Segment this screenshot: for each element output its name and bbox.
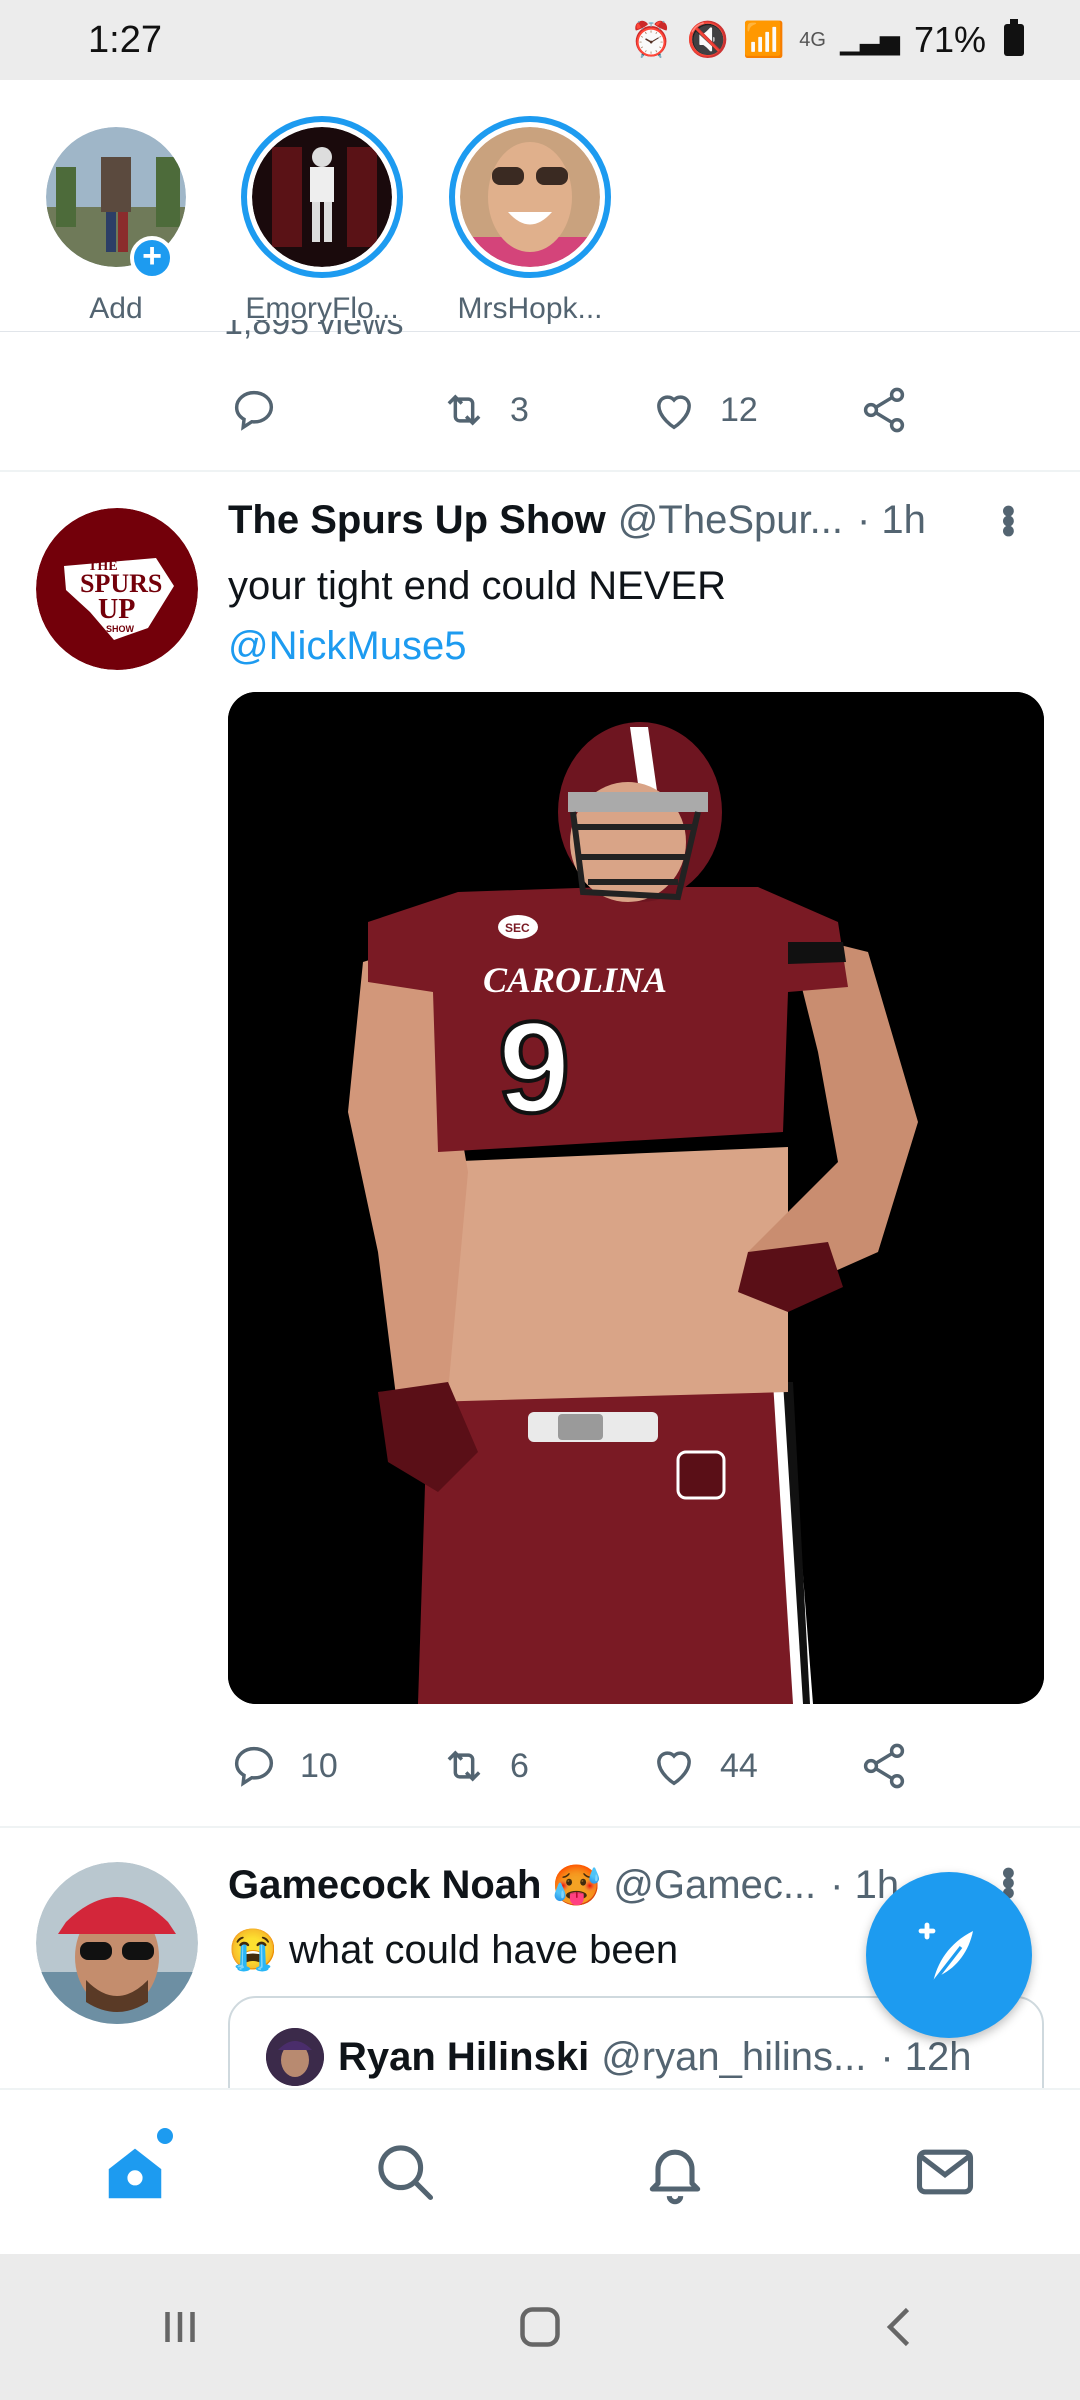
- feather-plus-icon: [918, 1922, 973, 1984]
- hot-face-emoji: 🥵: [551, 1864, 602, 1908]
- sec-patch-text: SEC: [505, 921, 530, 935]
- retweet-button[interactable]: 3: [438, 384, 648, 436]
- retweet-count: 6: [510, 1746, 529, 1785]
- tab-home[interactable]: [75, 2112, 195, 2232]
- fleets-bar: + Add EmoryFlo... MrsHopk...: [0, 80, 1080, 332]
- like-button[interactable]: 44: [648, 1740, 858, 1792]
- messages-icon: [916, 2149, 974, 2195]
- tweet-mention-link[interactable]: @NickMuse5: [228, 616, 1020, 676]
- status-icons: ⏰ 🔇 📶 4G ▁▃▅ 71%: [630, 19, 1024, 61]
- tweet-text: 😭 what could have been: [228, 1920, 880, 1980]
- home-button-icon[interactable]: [510, 2297, 570, 2357]
- author-handle[interactable]: @Gamec...: [613, 1863, 816, 1908]
- tweet-divider: [0, 470, 1080, 472]
- share-button[interactable]: [858, 1740, 1068, 1792]
- tweet-header: Gamecock Noah 🥵 @Gamec... · 1h: [228, 1862, 899, 1909]
- system-navigation-bar: [0, 2254, 1080, 2400]
- reply-count: 10: [300, 1746, 338, 1785]
- view-count: 1,895 views: [224, 320, 404, 342]
- tweet-media-image[interactable]: CAROLINA 9 SEC: [228, 692, 1044, 1704]
- author-name[interactable]: The Spurs Up Show: [228, 498, 606, 543]
- fleet-label: Add: [89, 292, 143, 325]
- alarm-icon: ⏰: [630, 21, 673, 59]
- new-tweets-indicator: [157, 2128, 173, 2144]
- tweet-body: your tight end could NEVER: [228, 564, 727, 608]
- fleet-avatar-ring: [449, 116, 611, 278]
- fleet-avatar-ring: [241, 116, 403, 278]
- quoted-author-handle[interactable]: @ryan_hilins...: [601, 2035, 866, 2080]
- home-icon: [108, 2148, 162, 2199]
- retweet-button[interactable]: 6: [438, 1740, 648, 1792]
- tweet-time[interactable]: · 1h: [857, 498, 926, 543]
- tab-search[interactable]: [345, 2112, 465, 2232]
- mute-icon: 🔇: [686, 21, 729, 59]
- like-button[interactable]: 12: [648, 384, 858, 436]
- add-fleet-plus-icon[interactable]: +: [130, 236, 174, 280]
- notifications-icon: [649, 2149, 701, 2205]
- share-icon: [863, 1743, 905, 1789]
- share-button[interactable]: [858, 384, 1068, 436]
- quoted-tweet-time[interactable]: · 12h: [880, 2035, 971, 2080]
- battery-percent: 71%: [913, 19, 986, 60]
- retweet-count: 3: [510, 390, 529, 429]
- jersey-number-text: 9: [498, 994, 570, 1140]
- fleet-emoryflo-avatar: [252, 127, 392, 267]
- football-player-photo: CAROLINA 9 SEC: [228, 692, 1044, 1704]
- quoted-author-avatar: [266, 2028, 324, 2086]
- author-handle[interactable]: @TheSpur...: [618, 498, 843, 543]
- quoted-author-name[interactable]: Ryan Hilinski: [338, 2035, 589, 2080]
- battery-icon: [1004, 19, 1024, 56]
- heart-icon: [657, 1751, 691, 1786]
- more-options-icon[interactable]: •••: [985, 504, 1030, 534]
- tweet-divider: [0, 1826, 1080, 1828]
- fleet-emoryflo[interactable]: EmoryFlo...: [232, 116, 412, 326]
- fleet-mrshopk[interactable]: MrsHopk...: [440, 116, 620, 326]
- retweet-icon: [447, 394, 481, 426]
- avatar-text-up: UP: [98, 594, 135, 625]
- back-icon[interactable]: [870, 2297, 930, 2357]
- search-icon: [378, 2145, 434, 2201]
- network-type: 4G: [799, 28, 826, 51]
- share-icon: [863, 387, 905, 433]
- previous-tweet-actions: 3 12: [228, 384, 1068, 436]
- reply-button[interactable]: [228, 384, 438, 436]
- tweet-header: The Spurs Up Show @TheSpur... · 1h: [228, 498, 970, 543]
- fleet-mrshopk-avatar: [460, 127, 600, 267]
- tweet-avatar[interactable]: [36, 1862, 198, 2024]
- compose-tweet-button[interactable]: [866, 1872, 1032, 2038]
- author-name[interactable]: Gamecock Noah: [228, 1863, 541, 1908]
- heart-icon: [657, 395, 691, 430]
- crying-emoji: 😭: [228, 1928, 278, 1972]
- like-count: 12: [720, 390, 758, 429]
- tweet-avatar[interactable]: THE SPURS UP SHOW: [36, 508, 198, 670]
- tweet-body: what could have been: [288, 1928, 679, 1972]
- reply-icon: [234, 390, 274, 431]
- wifi-icon: 📶: [742, 21, 786, 59]
- status-time: 1:27: [88, 18, 162, 61]
- like-count: 44: [720, 1746, 758, 1785]
- fleet-add[interactable]: + Add: [26, 116, 206, 326]
- bottom-navigation: [0, 2088, 1080, 2254]
- reply-icon: [234, 1746, 274, 1787]
- avatar-text-show: SHOW: [106, 624, 135, 634]
- status-bar: 1:27 ⏰ 🔇 📶 4G ▁▃▅ 71%: [0, 0, 1080, 80]
- tab-messages[interactable]: [885, 2112, 1005, 2232]
- tab-notifications[interactable]: [615, 2112, 735, 2232]
- tweet-text: your tight end could NEVER @NickMuse5: [228, 556, 1020, 676]
- retweet-icon: [447, 1750, 481, 1782]
- recent-apps-icon[interactable]: [150, 2297, 210, 2357]
- quoted-tweet-header: Ryan Hilinski @ryan_hilins... · 12h: [266, 2028, 972, 2086]
- fleet-label: MrsHopk...: [457, 292, 603, 325]
- signal-icon: ▁▃▅: [839, 24, 900, 55]
- reply-button[interactable]: 10: [228, 1740, 438, 1792]
- tweet-actions: 10 6 44: [228, 1740, 1068, 1792]
